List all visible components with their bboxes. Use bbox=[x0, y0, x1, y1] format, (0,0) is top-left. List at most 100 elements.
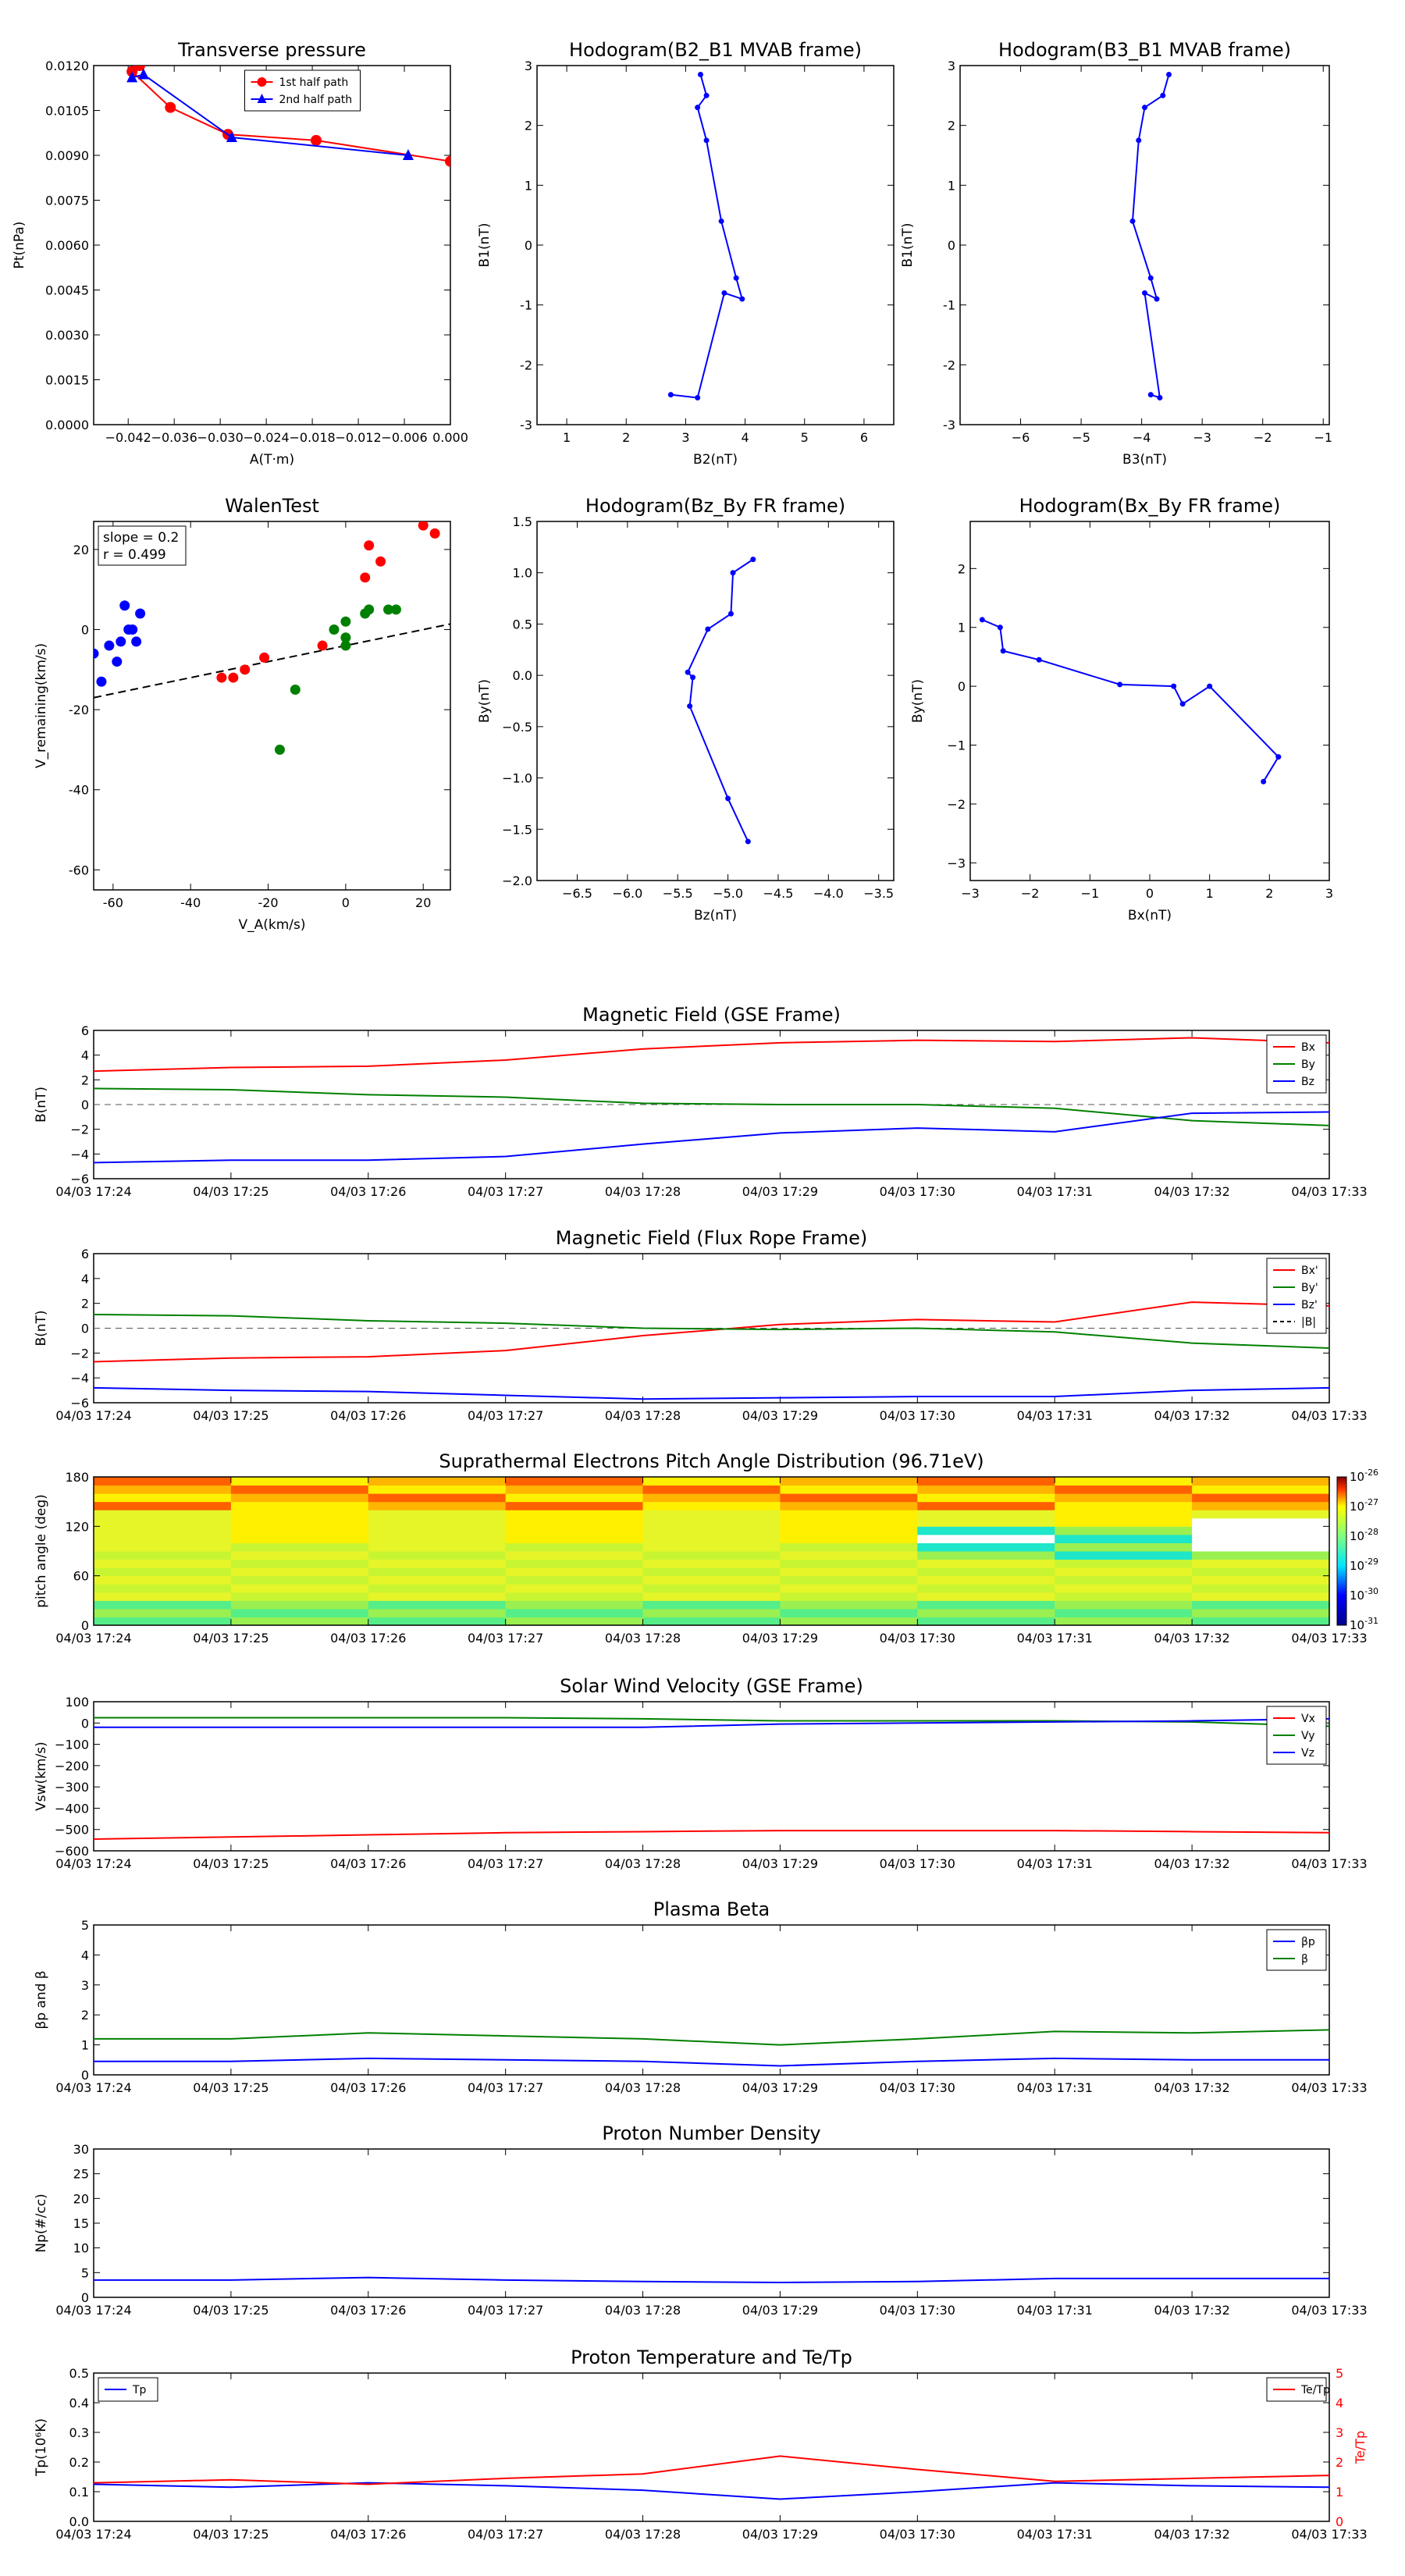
heatmap-cell bbox=[642, 1510, 781, 1519]
heatmap-cell bbox=[505, 1517, 644, 1527]
series-group bbox=[94, 2029, 1329, 2067]
data-point bbox=[364, 604, 375, 615]
x-tick-label: 0 bbox=[1146, 886, 1154, 901]
y-tick-label: −2 bbox=[70, 1123, 89, 1137]
x-tick-label: 1 bbox=[563, 430, 571, 445]
heatmap-cell bbox=[505, 1526, 644, 1535]
heatmap-cell bbox=[368, 1485, 507, 1494]
colorbar-tick-label: 10-30 bbox=[1350, 1586, 1378, 1603]
legend-label: By bbox=[1301, 1059, 1315, 1071]
heatmap-cell bbox=[368, 1608, 507, 1617]
plot-frame bbox=[536, 521, 895, 881]
heatmap-cell bbox=[368, 1592, 507, 1601]
chart-bgse: Magnetic Field (GSE Frame)−6−4−2024604/0… bbox=[34, 1004, 1368, 1199]
data-point bbox=[1261, 778, 1267, 785]
x-tick-label: 04/03 17:26 bbox=[330, 1631, 406, 1646]
heatmap-cell bbox=[230, 1584, 369, 1593]
heatmap-cell bbox=[1055, 1534, 1193, 1543]
data-point bbox=[739, 296, 745, 302]
legend-label: Tp bbox=[132, 2384, 147, 2396]
x-tick-label: −0.030 bbox=[197, 430, 244, 445]
data-point bbox=[979, 617, 985, 623]
data-point bbox=[429, 528, 440, 539]
y-tick-label: 1 bbox=[958, 621, 966, 635]
x-tick-label: 04/03 17:25 bbox=[193, 1631, 269, 1646]
heatmap-cell bbox=[1055, 1600, 1193, 1610]
data-point bbox=[1129, 218, 1136, 224]
heatmap-cell bbox=[1192, 1542, 1330, 1552]
heatmap-cell bbox=[917, 1575, 1055, 1585]
data-point bbox=[1207, 683, 1213, 689]
heatmap-cell bbox=[230, 1592, 369, 1601]
y-axis-label: pitch angle (deg) bbox=[34, 1494, 49, 1608]
heatmap-cell bbox=[1192, 1617, 1330, 1626]
heatmap-cell bbox=[368, 1510, 507, 1519]
x-tick-label: 04/03 17:31 bbox=[1017, 1856, 1093, 1871]
data-point bbox=[685, 669, 691, 675]
x-axis-label: V_A(km/s) bbox=[238, 917, 305, 933]
x-tick-label: 04/03 17:24 bbox=[55, 1408, 131, 1423]
y-axis-label: Np(#/cc) bbox=[34, 2194, 49, 2252]
chart-title: Plasma Beta bbox=[653, 1898, 770, 1920]
y-tick-label: -1 bbox=[943, 298, 955, 313]
data-point bbox=[329, 624, 340, 635]
y-tick-label: −400 bbox=[55, 1801, 89, 1816]
x-tick-label: 04/03 17:33 bbox=[1291, 2303, 1367, 2318]
heatmap-cell bbox=[917, 1510, 1055, 1519]
data-point bbox=[390, 604, 401, 615]
x-tick-label: 04/03 17:27 bbox=[468, 1856, 543, 1871]
x-tick-label: 04/03 17:25 bbox=[193, 2080, 269, 2095]
heatmap-cell bbox=[1055, 1477, 1193, 1486]
data-point bbox=[687, 703, 693, 710]
data-point bbox=[1157, 395, 1163, 400]
heatmap-cell bbox=[230, 1542, 369, 1552]
heatmap-cell bbox=[505, 1534, 644, 1543]
x-tick-label: 04/03 17:26 bbox=[330, 2303, 406, 2318]
x-tick-label: −5.0 bbox=[713, 886, 743, 901]
x-tick-label: −5 bbox=[1072, 430, 1090, 445]
heatmap-cell bbox=[917, 1526, 1055, 1535]
legend-label: Bz bbox=[1301, 1076, 1314, 1088]
y2-tick-label: 2 bbox=[1336, 2455, 1343, 2470]
chart-np: Proton Number Density05101520253004/03 1… bbox=[34, 2122, 1368, 2318]
y-tick-label: 6 bbox=[81, 1247, 89, 1261]
x-tick-label: -20 bbox=[258, 895, 278, 910]
legend-label: 2nd half path bbox=[279, 94, 353, 106]
x-tick-label: 0.000 bbox=[432, 430, 468, 445]
heatmap-cell bbox=[1055, 1617, 1193, 1626]
heatmap-cell bbox=[1055, 1526, 1193, 1535]
y-tick-label: -40 bbox=[69, 783, 89, 798]
x-tick-label: 04/03 17:27 bbox=[468, 1184, 543, 1199]
series-line bbox=[981, 619, 1280, 782]
data-point bbox=[274, 744, 285, 755]
heatmap-cell bbox=[368, 1567, 507, 1577]
heatmap-cell bbox=[230, 1485, 369, 1494]
y-axis-label: By(nT) bbox=[910, 679, 926, 723]
legend-marker bbox=[257, 77, 267, 87]
data-point bbox=[745, 838, 751, 845]
heatmap-cell bbox=[780, 1485, 918, 1494]
y-tick-label: 0.5 bbox=[513, 617, 532, 632]
heatmap-cell bbox=[780, 1534, 918, 1543]
heatmap-cell bbox=[230, 1575, 369, 1585]
data-point bbox=[725, 795, 731, 802]
heatmap-cell bbox=[94, 1600, 232, 1610]
data-point bbox=[1147, 275, 1154, 281]
x-tick-label: 04/03 17:25 bbox=[193, 1408, 269, 1423]
chart-title: Hodogram(B2_B1 MVAB frame) bbox=[569, 39, 862, 61]
heatmap-cell bbox=[94, 1493, 232, 1503]
heatmap-cell bbox=[917, 1592, 1055, 1601]
data-point bbox=[705, 626, 711, 632]
data-point bbox=[1275, 754, 1282, 760]
x-tick-label: 3 bbox=[1325, 886, 1333, 901]
chart-title: Hodogram(Bz_By FR frame) bbox=[585, 495, 845, 517]
heatmap-cell bbox=[368, 1617, 507, 1626]
y-axis-label: By(nT) bbox=[477, 679, 493, 723]
heatmap-cell bbox=[642, 1534, 781, 1543]
legend-box bbox=[1266, 1929, 1327, 1971]
chart-title: Solar Wind Velocity (GSE Frame) bbox=[560, 1675, 863, 1697]
y-axis-label: Vsw(km/s) bbox=[34, 1742, 49, 1811]
chart-pressure: Transverse pressure 0.0000 0.0015 0.0030 0.0… bbox=[12, 39, 468, 468]
x-tick-label: 04/03 17:32 bbox=[1154, 1856, 1229, 1871]
x-tick-label: 04/03 17:32 bbox=[1154, 2303, 1229, 2318]
